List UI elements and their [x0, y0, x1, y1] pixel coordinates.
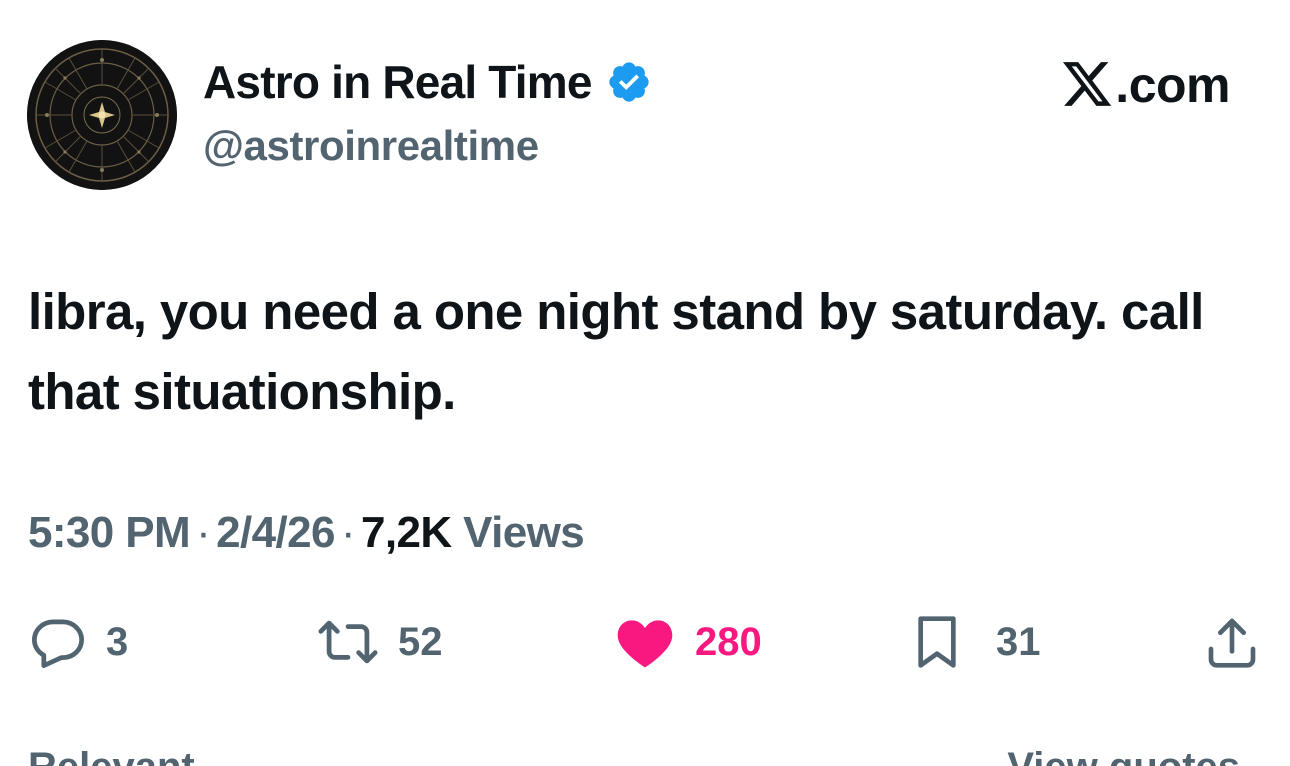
tweet-text: libra, you need a one night stand by sat… [28, 283, 1204, 420]
brand-domain: .com [1115, 57, 1230, 113]
repost-button[interactable]: 52 [316, 612, 443, 672]
reply-icon [31, 619, 84, 668]
brand-watermark: .com [1063, 50, 1230, 120]
bookmark-button[interactable]: 31 [912, 612, 1041, 672]
share-button[interactable] [1204, 612, 1260, 672]
view-quotes-link[interactable]: View quotes [1007, 742, 1240, 766]
avatar[interactable] [27, 40, 177, 190]
tweet-meta: 5:30 PM · 2/4/26 · 7,2K Views [28, 505, 585, 561]
tweet-date[interactable]: 2/4/26 [216, 508, 335, 557]
zodiac-wheel-icon [27, 40, 177, 190]
bookmark-count: 31 [996, 619, 1041, 664]
views-count[interactable]: 7,2K [361, 508, 452, 557]
reply-button[interactable]: 3 [28, 612, 128, 672]
views-label[interactable]: Views [463, 508, 585, 557]
share-icon [1208, 618, 1256, 668]
like-count: 280 [695, 619, 762, 664]
author-handle[interactable]: @astroinrealtime [203, 118, 539, 174]
repost-icon [318, 620, 378, 664]
meta-separator: · [196, 508, 211, 557]
tweet-time[interactable]: 5:30 PM [28, 508, 191, 557]
x-logo-icon [1063, 62, 1113, 108]
bookmark-icon [918, 616, 956, 668]
heart-filled-icon [617, 620, 673, 668]
author-display-name[interactable]: Astro in Real Time [203, 55, 592, 109]
verified-badge-icon[interactable] [606, 59, 652, 105]
repost-count: 52 [398, 619, 443, 664]
like-button[interactable]: 280 [613, 612, 762, 672]
meta-separator: · [340, 508, 356, 557]
author-display-name-row[interactable]: Astro in Real Time [203, 52, 652, 112]
reply-count: 3 [106, 619, 129, 664]
sort-relevant-dropdown[interactable]: Relevant [28, 742, 195, 766]
